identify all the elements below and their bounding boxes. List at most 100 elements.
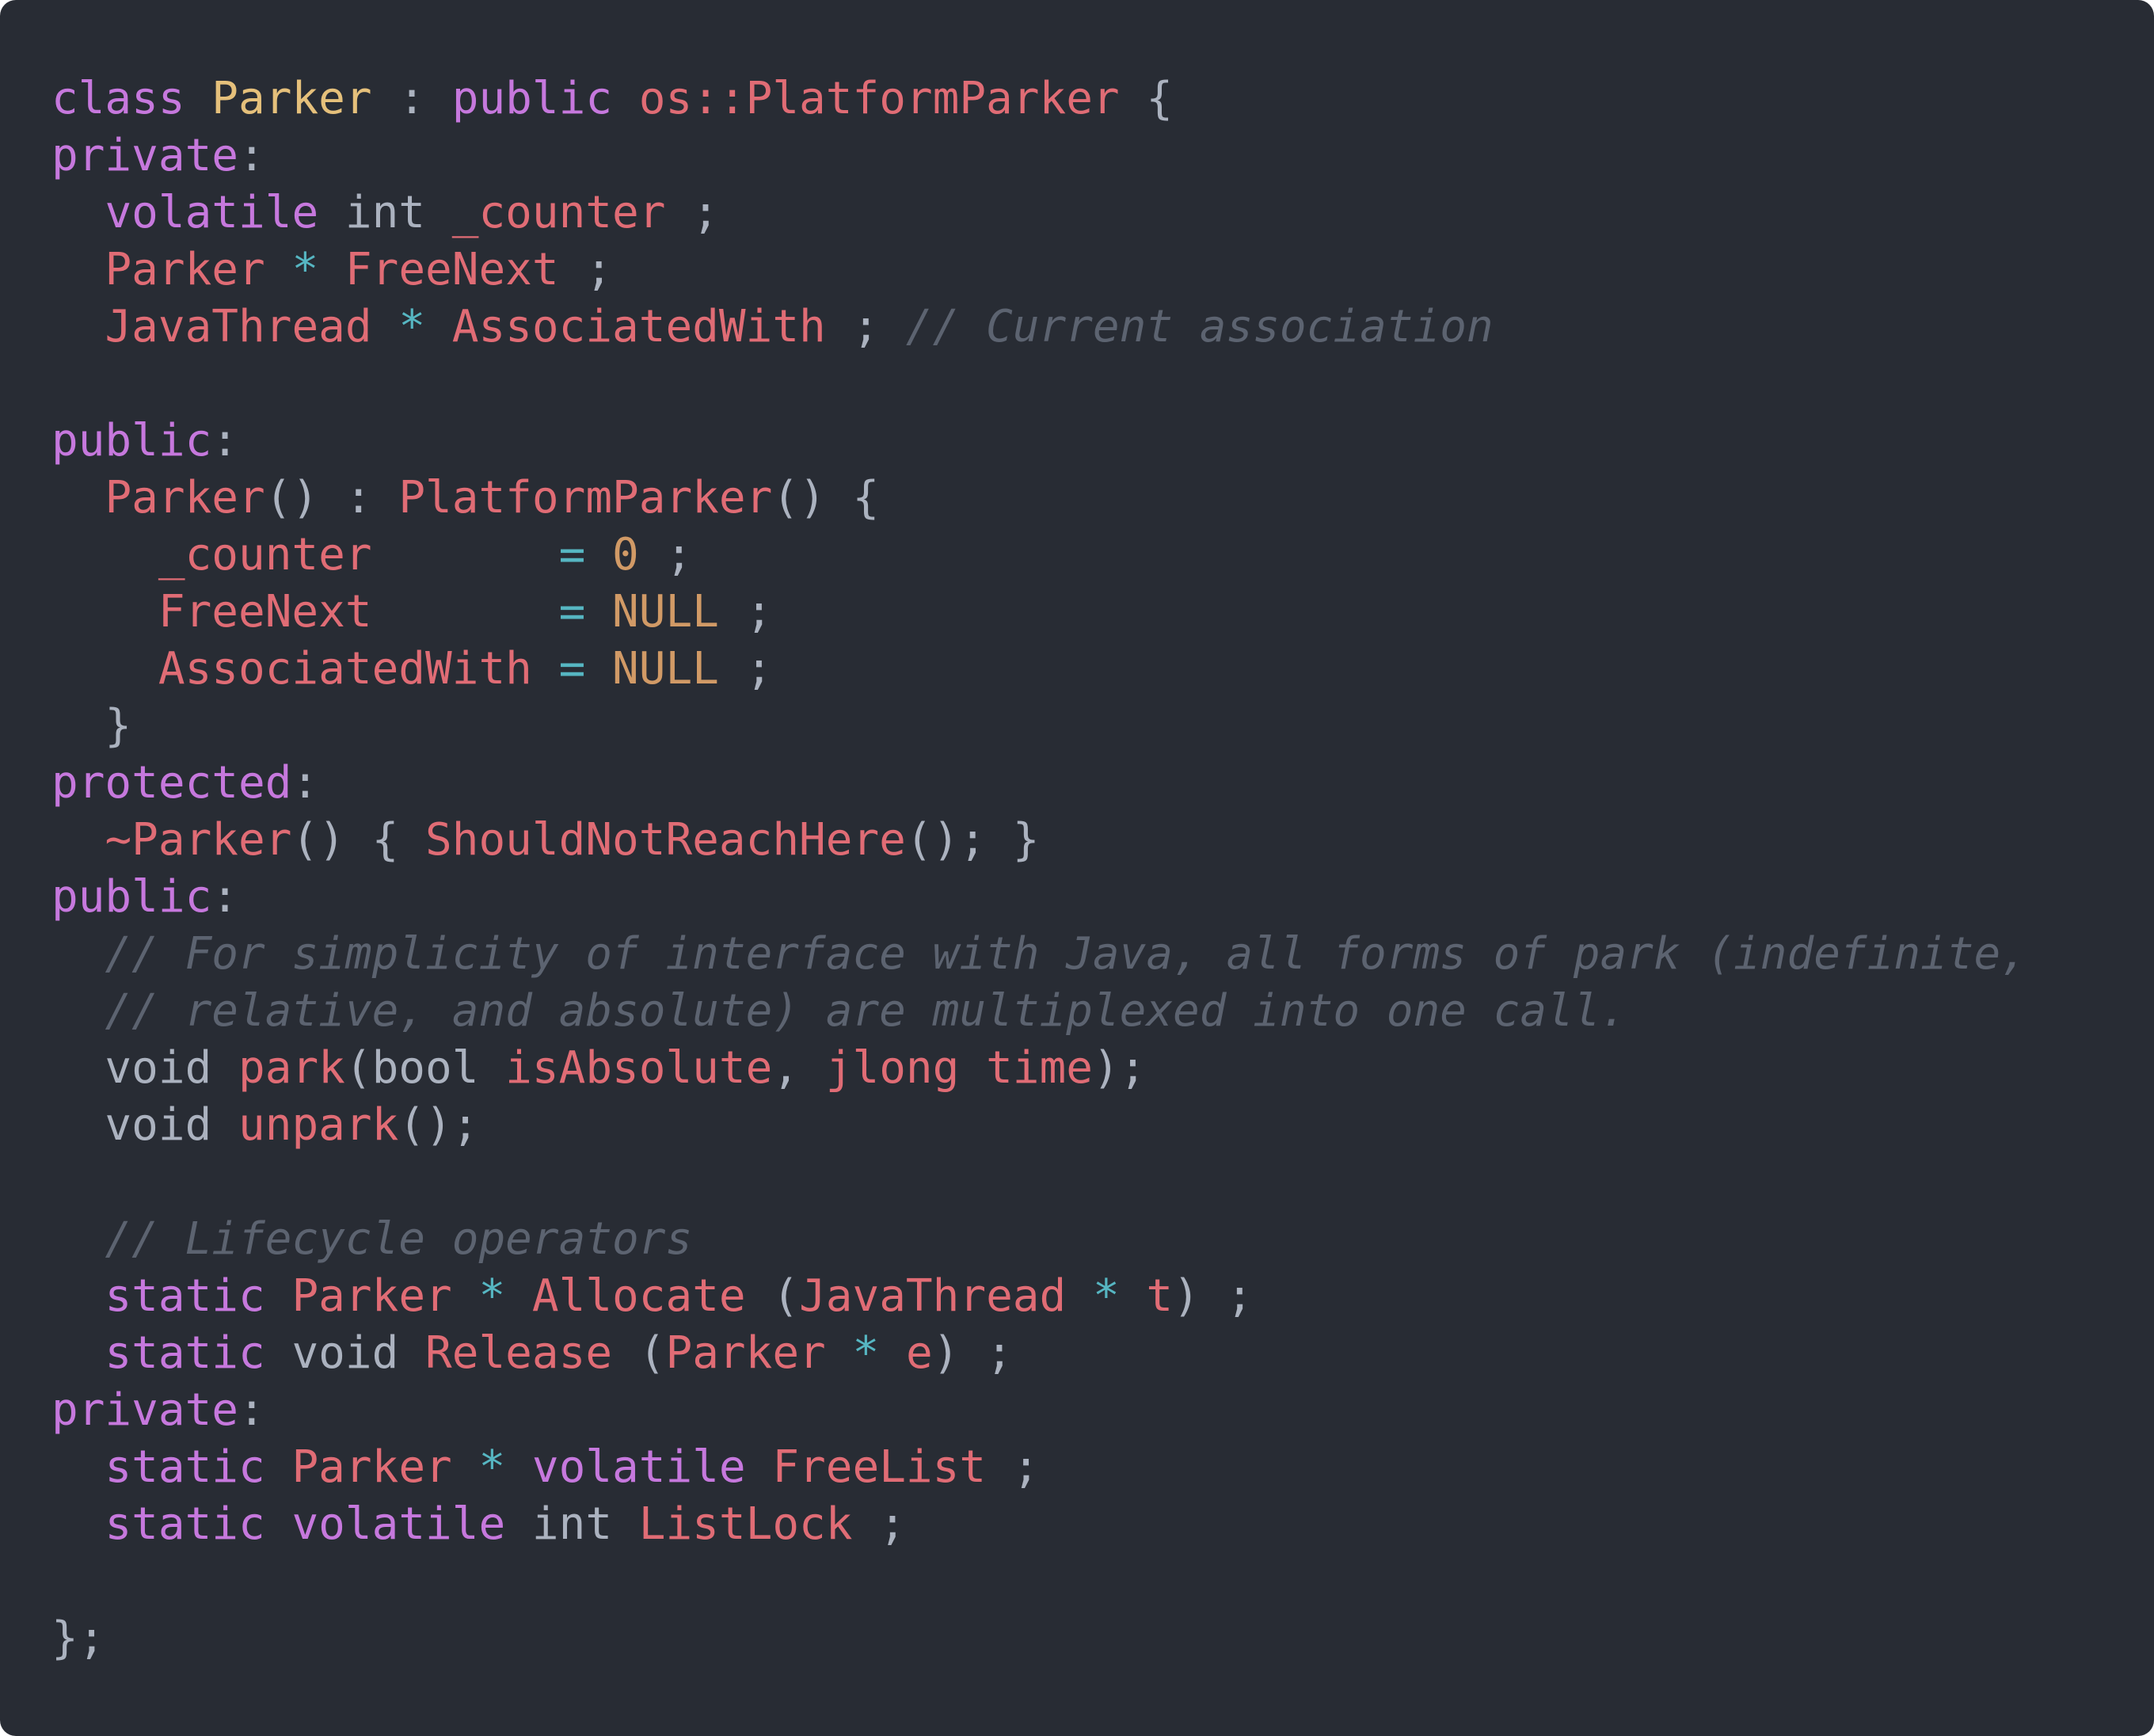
identifier-token: isAbsolute (505, 1042, 773, 1094)
code-token: ; (825, 301, 906, 352)
code-token: } (51, 700, 132, 752)
identifier-token: jlong (825, 1042, 960, 1094)
identifier-token: JavaThread (105, 301, 372, 352)
code-token: : (211, 871, 239, 923)
identifier-token: FreeList (772, 1441, 987, 1493)
code-token: ; (665, 187, 719, 238)
identifier-token: Parker (665, 1327, 826, 1379)
keyword-token: static (105, 1498, 265, 1550)
code-token: void (264, 1327, 426, 1379)
keyword-token: protected (51, 757, 292, 809)
keyword-token: volatile (105, 187, 319, 238)
code-token: ( (745, 1270, 800, 1322)
identifier-token: Allocate (531, 1270, 746, 1322)
code-token: : (211, 415, 239, 466)
code-line: static Parker * volatile FreeList ; (51, 1439, 2154, 1496)
code-token: (); (398, 1099, 479, 1151)
number-token: 0 (612, 529, 639, 581)
identifier-token: FreeNext (344, 244, 559, 295)
operator-token: * (1092, 1270, 1120, 1322)
identifier-token: time (986, 1042, 1093, 1094)
code-line: volatile int _counter ; (51, 185, 2154, 242)
identifier-token: os::PlatformParker (638, 73, 1120, 124)
operator-token: = (558, 643, 586, 695)
comment-token: // For simplicity of interface with Java… (105, 928, 2027, 980)
operator-token: * (478, 1270, 506, 1322)
code-token: (bool (344, 1042, 506, 1094)
keyword-token: volatile (531, 1441, 746, 1493)
keyword-token: private (51, 130, 239, 181)
identifier-token: t (1146, 1270, 1174, 1322)
identifier-token: AssociatedWith (451, 301, 826, 352)
keyword-token: public (451, 73, 613, 124)
code-token: () { (772, 472, 880, 523)
code-token: int (505, 1498, 639, 1550)
code-token: void (51, 1042, 239, 1094)
code-token: ) ; (932, 1327, 1013, 1379)
code-token: void (51, 1099, 239, 1151)
code-editor[interactable]: class Parker : public os::PlatformParker… (0, 0, 2154, 1736)
keyword-token: public (51, 415, 212, 466)
code-token: : (291, 757, 319, 809)
code-token: () { (291, 814, 426, 866)
code-line: static void Release (Parker * e) ; (51, 1325, 2154, 1382)
identifier-token: Parker (291, 1270, 452, 1322)
identifier-token: unpark (238, 1099, 399, 1151)
identifier-token: Parker (105, 244, 265, 295)
operator-token: * (291, 244, 319, 295)
code-line: // relative, and absolute) are multiplex… (51, 983, 2154, 1040)
code-line: class Parker : public os::PlatformParker… (51, 70, 2154, 128)
code-token: ) ; (1173, 1270, 1254, 1322)
code-line: // Lifecycle operators (51, 1211, 2154, 1268)
code-line: AssociatedWith = NULL ; (51, 641, 2154, 698)
identifier-token: JavaThread (799, 1270, 1067, 1322)
code-token: : (371, 73, 452, 124)
operator-token: * (478, 1441, 506, 1493)
code-token: { (1119, 73, 1174, 124)
code-token: ); (1092, 1042, 1147, 1094)
code-token: ; (638, 529, 693, 581)
operator-token: = (558, 586, 586, 638)
keyword-token: private (51, 1384, 239, 1436)
identifier-token: park (238, 1042, 345, 1094)
number-token: NULL (612, 586, 719, 638)
identifier-token: _counter (451, 187, 666, 238)
code-token: , (772, 1042, 826, 1094)
code-token: int (318, 187, 452, 238)
comment-token: // relative, and absolute) are multiplex… (105, 985, 1627, 1037)
code-token: ; (558, 244, 613, 295)
code-token: ; (852, 1498, 906, 1550)
identifier-token: AssociatedWith (158, 643, 532, 695)
identifier-token: ~Parker (105, 814, 292, 866)
code-line: protected: (51, 755, 2154, 812)
operator-token: = (558, 529, 586, 581)
operator-token: * (852, 1327, 880, 1379)
identifier-token: FreeNext (158, 586, 372, 638)
keyword-token: public (51, 871, 212, 923)
